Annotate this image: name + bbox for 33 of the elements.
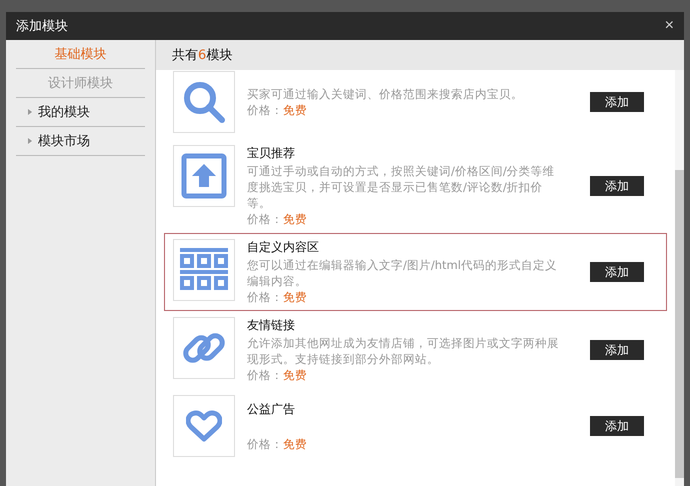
sidebar-item[interactable]: 模块市场 bbox=[16, 127, 145, 156]
module-title: 宝贝推荐 bbox=[247, 145, 296, 161]
add-button[interactable]: 添加 bbox=[590, 416, 644, 436]
add-button[interactable]: 添加 bbox=[590, 176, 644, 196]
module-description: 允许添加其他网址成为友情店铺，可选择图片或文字两种展现形式。支持链接到部分外部网站。 bbox=[247, 335, 560, 367]
module-price: 价格：免费 bbox=[247, 289, 308, 305]
add-button[interactable]: 添加 bbox=[590, 262, 644, 282]
close-button[interactable]: × bbox=[664, 17, 674, 35]
module-row[interactable]: 宝贝推荐 可通过手动或自动的方式，按照关键词/价格区间/分类等维度挑选宝贝，并可设置是否显示已售笔数/评论数/折扣价等。 价格：免费 添加 bbox=[164, 139, 667, 233]
add-button[interactable]: 添加 bbox=[590, 92, 644, 112]
module-price: 价格：免费 bbox=[247, 211, 308, 227]
sidebar-item[interactable]: 我的模块 bbox=[16, 98, 145, 127]
magnifier-icon bbox=[182, 80, 226, 124]
module-count-text: 共有6模块 bbox=[172, 47, 232, 64]
up-arrow-box-icon bbox=[181, 153, 227, 199]
add-button[interactable]: 添加 bbox=[590, 340, 644, 360]
module-row[interactable]: 公益广告 价格：免费 添加 bbox=[164, 389, 667, 463]
module-row[interactable]: 自定义内容区 您可以通过在编辑器输入文字/图片/html代码的形式自定义编辑内容。 价格：免费 添加 bbox=[164, 233, 667, 311]
heart-icon bbox=[186, 410, 222, 442]
module-row[interactable]: 友情链接 允许添加其他网址成为友情店铺，可选择图片或文字两种展现形式。支持链接到部分外部网站。 价格：免费 添加 bbox=[164, 311, 667, 389]
module-price: 价格：免费 bbox=[247, 102, 308, 118]
module-title: 公益广告 bbox=[247, 400, 296, 416]
grid-layout-icon bbox=[180, 248, 228, 292]
module-row[interactable]: 买家可通过输入关键词、价格范围来搜索店内宝贝。 价格：免费 添加 bbox=[164, 70, 667, 139]
module-title: 自定义内容区 bbox=[247, 239, 320, 255]
module-title: 友情链接 bbox=[247, 317, 296, 333]
module-price: 价格：免费 bbox=[247, 436, 308, 452]
window-title: 添加模块 bbox=[16, 18, 68, 35]
module-description: 可通过手动或自动的方式，按照关键词/价格区间/分类等维度挑选宝贝，并可设置是否显示已售笔数/评论数/折扣价等。 bbox=[247, 163, 556, 211]
module-price: 价格：免费 bbox=[247, 367, 308, 383]
scrollbar[interactable] bbox=[675, 70, 684, 486]
module-description: 买家可通过输入关键词、价格范围来搜索店内宝贝。 bbox=[247, 86, 524, 102]
module-description: 您可以通过在编辑器输入文字/图片/html代码的形式自定义编辑内容。 bbox=[247, 257, 558, 289]
